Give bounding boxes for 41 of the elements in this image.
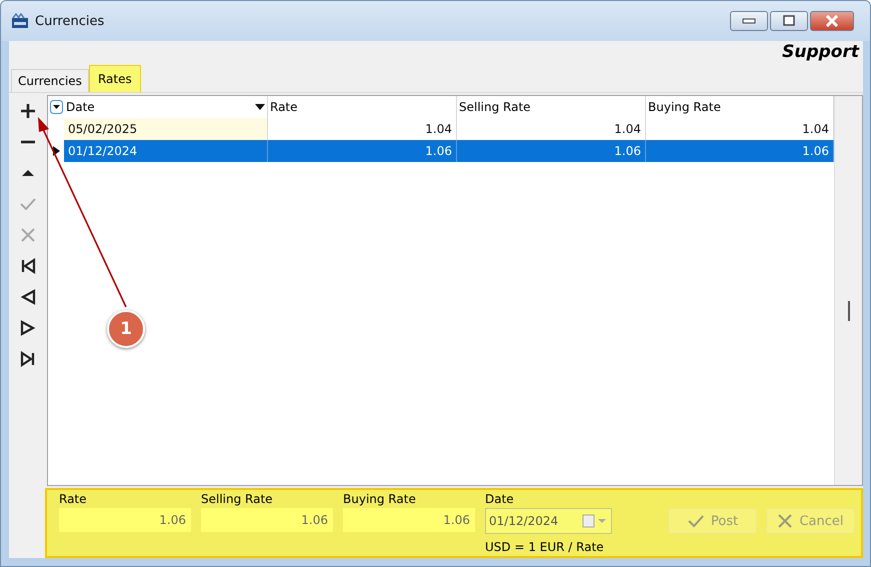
window-title: Currencies xyxy=(35,14,104,28)
close-icon xyxy=(20,227,36,243)
current-row-icon xyxy=(52,146,60,156)
caret-up-icon xyxy=(22,170,34,176)
sort-arrow-icon xyxy=(255,104,265,110)
input-field[interactable]: 1.06 xyxy=(343,508,475,532)
field-label: Selling Rate xyxy=(201,492,274,508)
input-field[interactable]: 1.06 xyxy=(59,508,191,532)
minimize-icon xyxy=(742,18,756,24)
minus-icon xyxy=(20,140,36,144)
maximize-button[interactable] xyxy=(770,11,808,31)
tab[interactable]: Rates xyxy=(88,65,141,92)
tab[interactable]: Currencies xyxy=(11,69,89,92)
brand-label: Support xyxy=(782,41,860,63)
check-icon xyxy=(20,198,36,210)
check-icon xyxy=(686,514,705,528)
table-cell: 01/12/2024 xyxy=(64,140,268,162)
app-logo-icon xyxy=(11,13,29,29)
plus-icon xyxy=(20,103,36,119)
close-icon xyxy=(777,514,794,528)
field-label: Rate xyxy=(59,492,88,508)
table-cell: 05/02/2025 xyxy=(64,118,268,140)
close-icon xyxy=(825,15,839,27)
close-button[interactable] xyxy=(810,11,854,31)
first-record-icon xyxy=(20,258,36,274)
previous-icon xyxy=(20,289,36,305)
dropdown-icon[interactable] xyxy=(50,100,62,114)
maximize-icon xyxy=(782,15,796,27)
calendar-dropdown-icon xyxy=(582,514,608,528)
table-cell: 1.06 xyxy=(268,140,457,162)
input-field[interactable]: 1.06 xyxy=(201,508,333,532)
scrollbar-thumb[interactable] xyxy=(848,300,850,320)
table-cell: 1.06 xyxy=(646,140,834,162)
rate-note: USD = 1 EUR / Rate xyxy=(485,540,605,554)
next-icon xyxy=(20,320,36,336)
field-label: Date xyxy=(485,492,515,508)
table-cell: 1.06 xyxy=(457,140,646,162)
date-field[interactable]: 01/12/2024 xyxy=(485,508,612,534)
last-record-icon xyxy=(20,351,36,367)
minimize-button[interactable] xyxy=(730,11,768,31)
field-label: Buying Rate xyxy=(343,492,417,508)
